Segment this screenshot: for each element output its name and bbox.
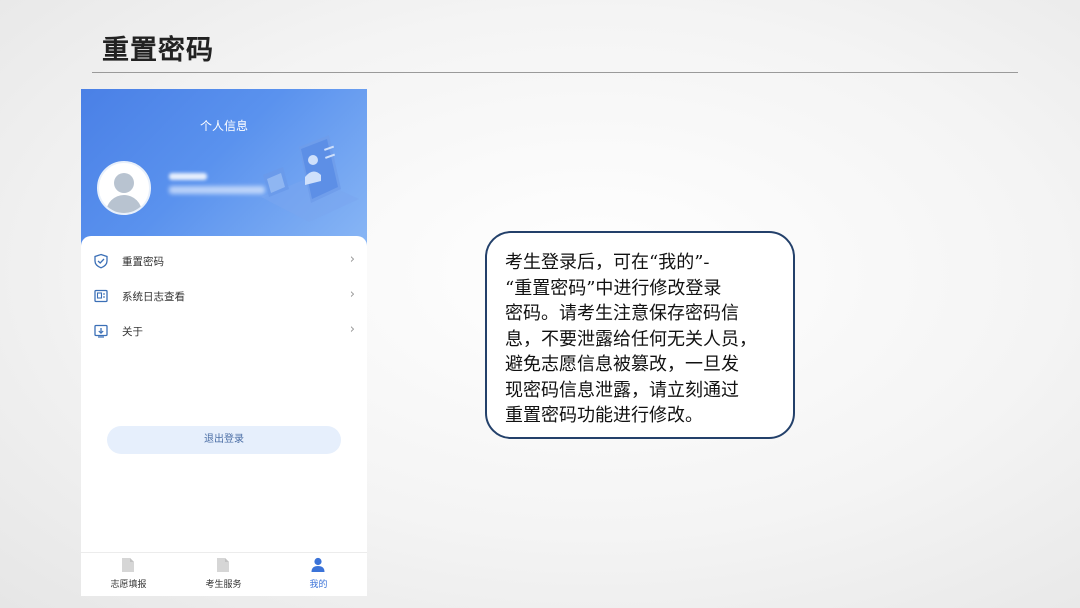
title-divider [92, 72, 1018, 73]
phone-screenshot: 个人信息 重置密码 › 系统日志查看 › 关于 › 退出登录 志愿填报 考生服务… [81, 89, 367, 596]
menu-item-system-log[interactable]: 系统日志查看 › [81, 279, 367, 313]
tab-mine[interactable]: 我的 [271, 553, 366, 596]
person-icon [311, 557, 325, 572]
menu-item-label: 关于 [122, 326, 143, 338]
id-card-illustration-icon [261, 135, 359, 222]
avatar[interactable] [97, 161, 151, 215]
chevron-right-icon: › [349, 252, 355, 267]
menu-item-about[interactable]: 关于 › [81, 314, 367, 348]
log-icon [94, 289, 108, 303]
logout-button[interactable]: 退出登录 [107, 426, 341, 454]
chevron-right-icon: › [349, 322, 355, 337]
tab-candidate-services[interactable]: 考生服务 [176, 553, 271, 596]
blurred-user-name [169, 173, 207, 180]
chevron-right-icon: › [349, 287, 355, 302]
menu-item-label: 系统日志查看 [122, 291, 185, 303]
instruction-callout: 考生登录后，可在“我的”- “重置密码”中进行修改登录 密码。请考生注意保存密码… [485, 231, 795, 439]
document-icon [122, 558, 134, 572]
instruction-text: 考生登录后，可在“我的”- “重置密码”中进行修改登录 密码。请考生注意保存密码… [505, 252, 757, 426]
tab-label: 考生服务 [205, 580, 242, 590]
info-download-icon [94, 324, 108, 338]
menu-item-reset-password[interactable]: 重置密码 › [81, 244, 367, 278]
avatar-body [106, 195, 142, 213]
profile-header: 个人信息 [81, 89, 367, 254]
slide-title: 重置密码 [102, 35, 214, 66]
avatar-head [114, 173, 134, 193]
tab-volunteer-application[interactable]: 志愿填报 [81, 553, 176, 596]
menu-list: 重置密码 › 系统日志查看 › 关于 › 退出登录 [81, 236, 367, 556]
tab-label: 志愿填报 [110, 580, 147, 590]
tab-label: 我的 [309, 580, 328, 590]
shield-icon [94, 253, 108, 269]
blurred-user-id [169, 186, 265, 194]
menu-item-label: 重置密码 [122, 256, 164, 268]
bottom-tab-bar: 志愿填报 考生服务 我的 [81, 552, 367, 596]
document-icon [217, 558, 229, 572]
